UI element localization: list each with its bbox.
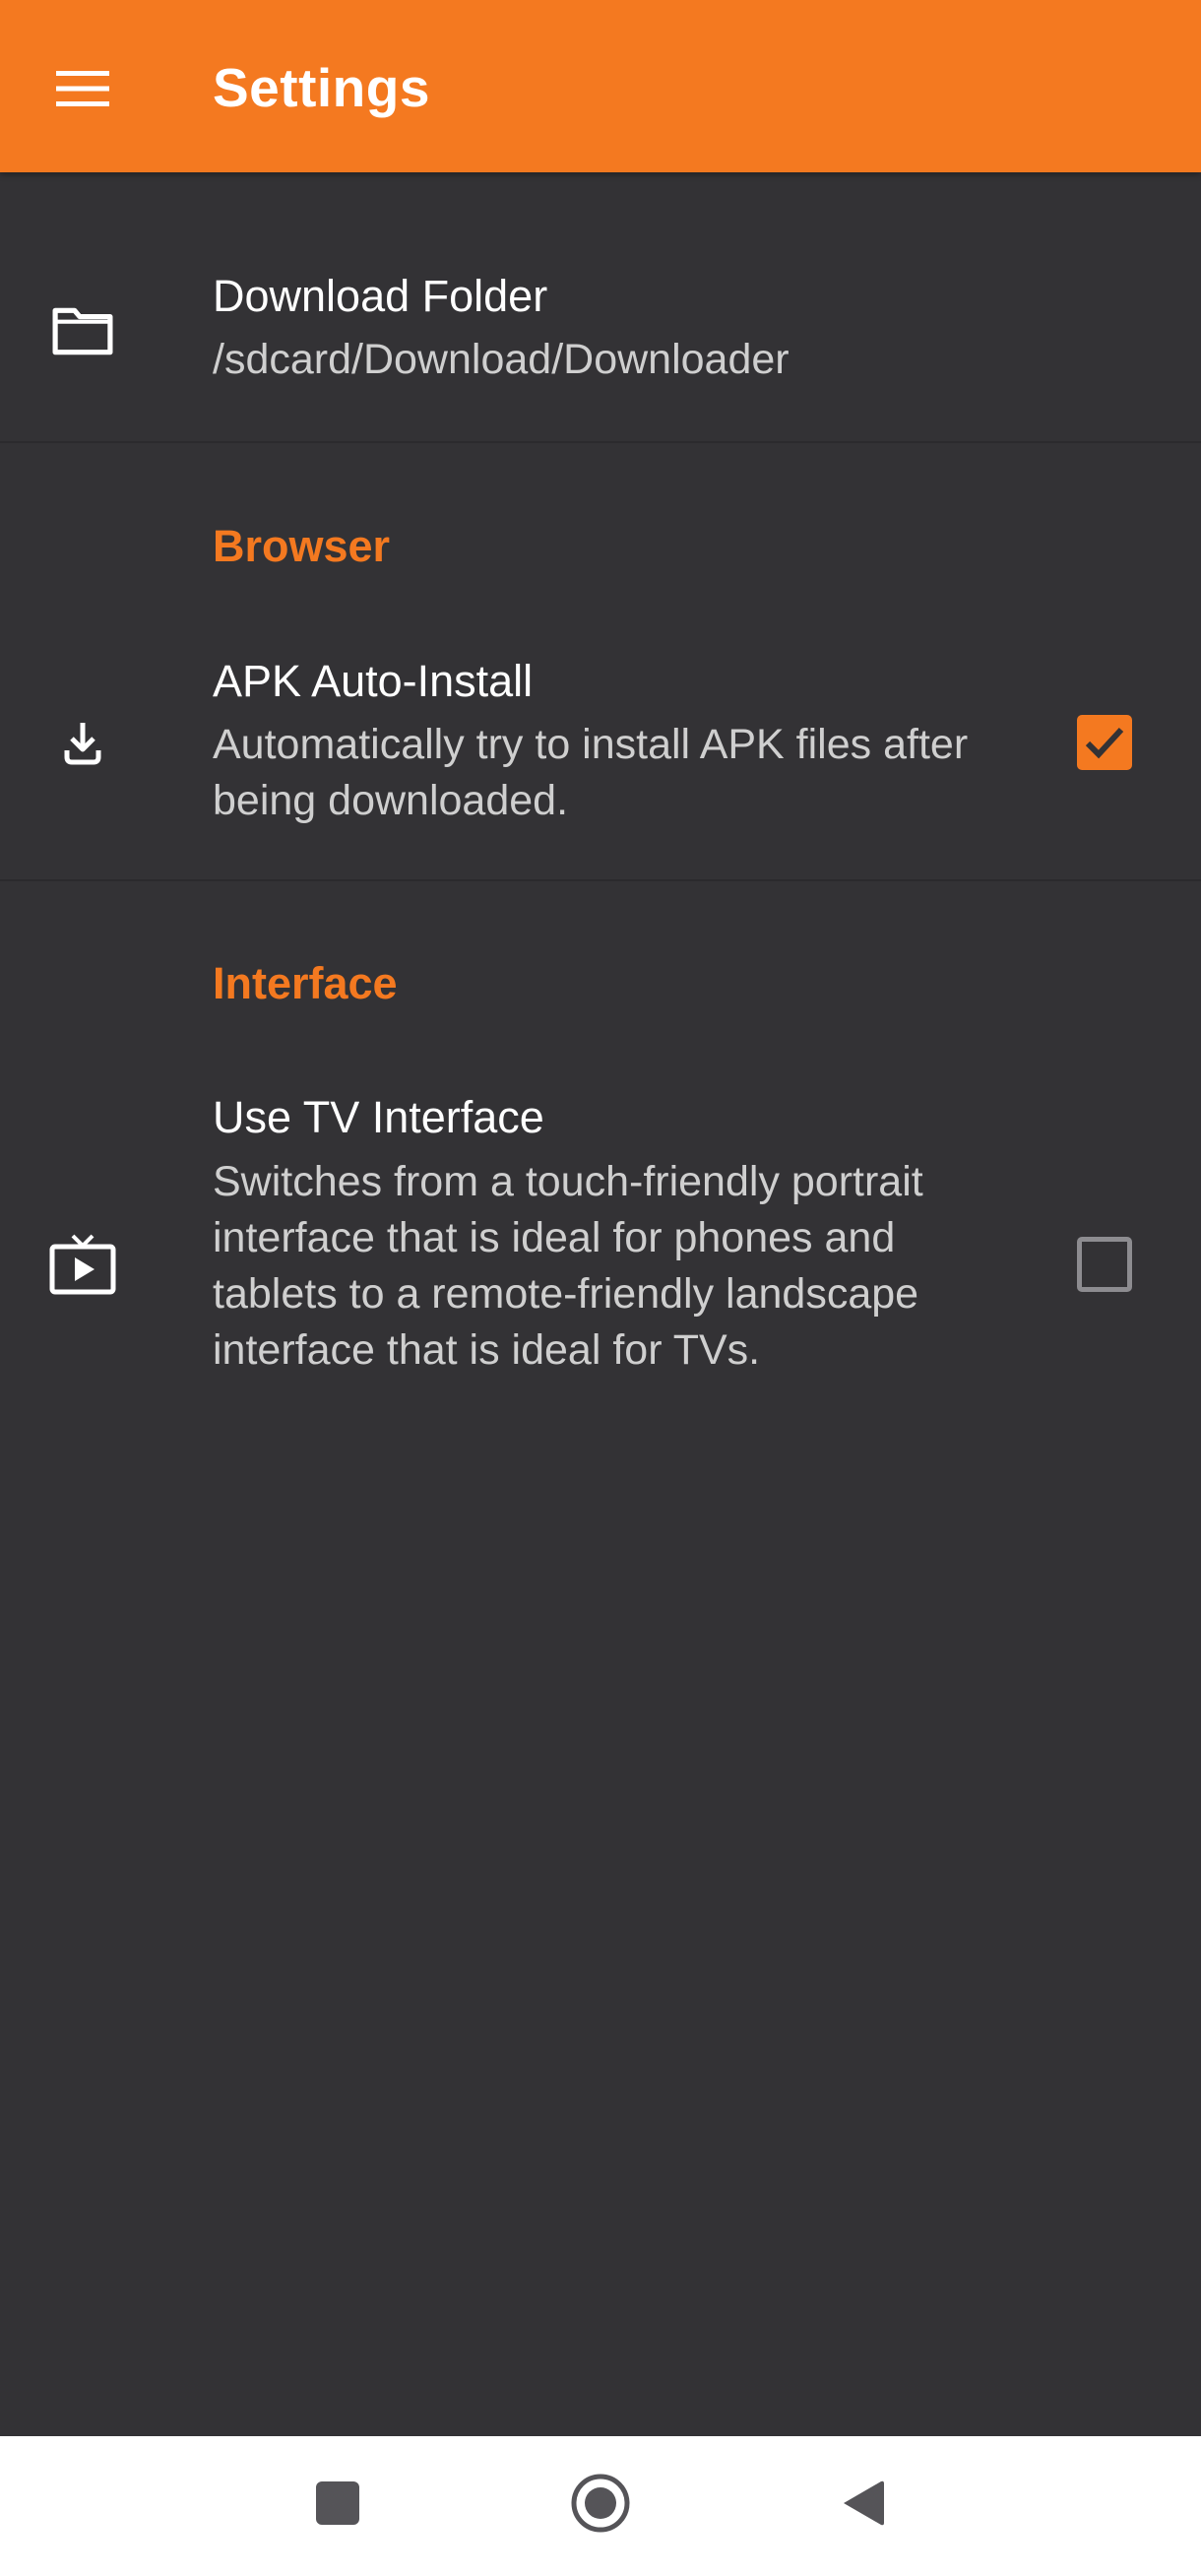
- checkmark-icon: [1085, 727, 1124, 759]
- section-header-interface: Interface: [213, 958, 398, 1008]
- settings-screen: Settings Download Folder /sdcard/Downloa…: [0, 0, 1201, 2576]
- apk-auto-install-setting[interactable]: APK Auto-Install Automatically try to in…: [0, 630, 1201, 880]
- menu-button[interactable]: [30, 44, 136, 133]
- apk-auto-install-checkbox[interactable]: [1077, 715, 1132, 770]
- home-circle-icon: [571, 2474, 630, 2533]
- page-title: Settings: [213, 57, 430, 118]
- divider: [0, 441, 1201, 443]
- back-button[interactable]: [813, 2454, 912, 2552]
- use-tv-interface-title: Use TV Interface: [213, 1092, 544, 1142]
- download-folder-title: Download Folder: [213, 271, 548, 321]
- folder-icon: [39, 288, 126, 374]
- divider: [0, 879, 1201, 881]
- back-triangle-icon: [844, 2480, 884, 2526]
- apk-auto-install-title: APK Auto-Install: [213, 656, 534, 706]
- apk-auto-install-summary: Automatically try to install APK files a…: [213, 721, 969, 824]
- use-tv-interface-summary: Switches from a touch-friendly portrait …: [213, 1158, 923, 1374]
- hamburger-menu-icon: [56, 71, 109, 106]
- download-folder-setting[interactable]: Download Folder /sdcard/Download/Downloa…: [0, 172, 1201, 440]
- recents-square-icon: [316, 2481, 359, 2525]
- use-tv-interface-checkbox[interactable]: [1077, 1237, 1132, 1292]
- download-icon: [39, 700, 126, 787]
- tv-play-icon: [39, 1221, 126, 1308]
- system-navigation-bar: [0, 2436, 1201, 2576]
- recents-button[interactable]: [288, 2454, 387, 2552]
- use-tv-interface-setting[interactable]: Use TV Interface Switches from a touch-f…: [0, 1067, 1201, 1461]
- download-folder-path: /sdcard/Download/Downloader: [213, 336, 790, 383]
- section-header-browser: Browser: [213, 521, 391, 571]
- app-bar: Settings: [0, 0, 1201, 172]
- home-button[interactable]: [551, 2454, 650, 2552]
